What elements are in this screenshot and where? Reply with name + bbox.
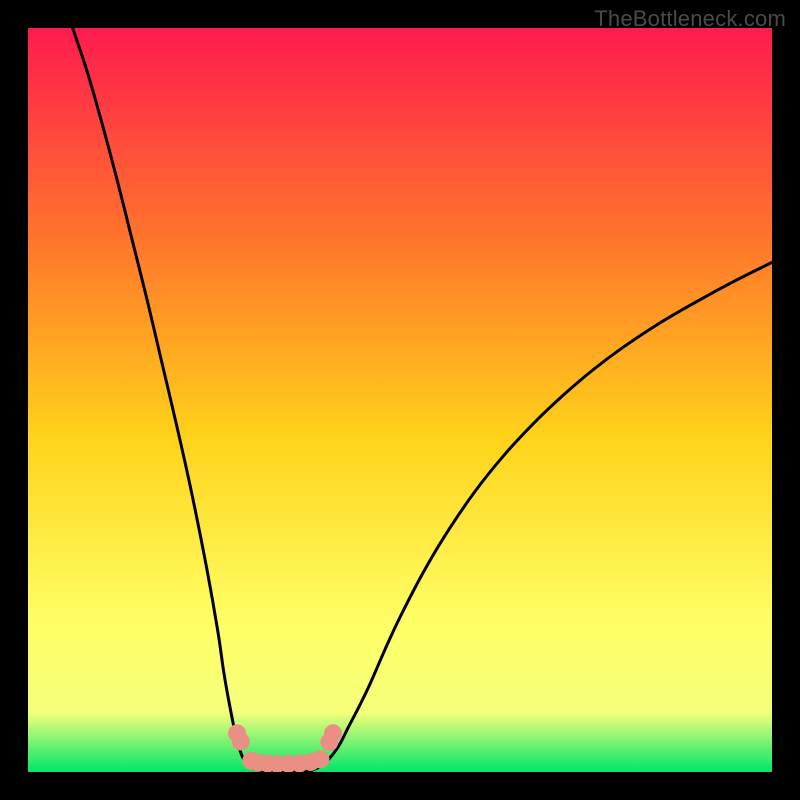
chart-svg xyxy=(28,28,772,772)
watermark-text: TheBottleneck.com xyxy=(594,6,786,32)
chart-frame: TheBottleneck.com xyxy=(0,0,800,800)
data-marker xyxy=(324,724,342,742)
data-marker xyxy=(232,733,250,751)
chart-background xyxy=(28,28,772,772)
data-marker xyxy=(311,750,329,768)
chart-plot-area xyxy=(28,28,772,772)
